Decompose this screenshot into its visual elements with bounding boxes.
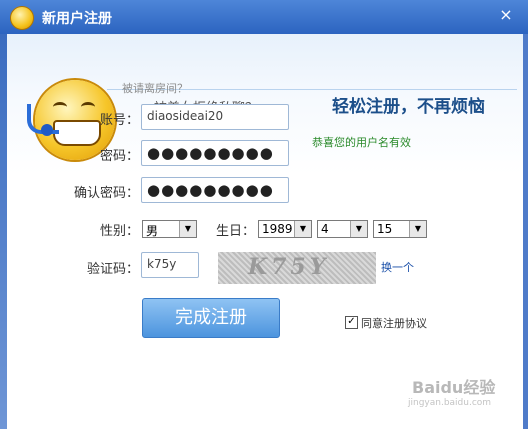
- agree-label: 同意注册协议: [361, 317, 427, 330]
- confirm-password-input[interactable]: ●●●●●●●●●: [141, 177, 289, 203]
- register-window: 新用户注册 × 被请离房间？ 被美女拒绝私聊？...... 轻松注册，不再烦恼 …: [0, 0, 528, 429]
- chevron-down-icon: ▼: [350, 221, 367, 237]
- chevron-down-icon: ▼: [179, 221, 196, 237]
- birth-day-select[interactable]: 15 ▼: [373, 220, 427, 238]
- form-panel: 被请离房间？ 被美女拒绝私聊？...... 轻松注册，不再烦恼 账号： diao…: [7, 34, 523, 429]
- birth-year-select[interactable]: 1989 ▼: [258, 220, 312, 238]
- gender-select[interactable]: 男 ▼: [142, 220, 197, 238]
- refresh-captcha-link[interactable]: 换一个: [381, 259, 414, 275]
- agree-checkbox[interactable]: ✓: [345, 316, 358, 329]
- microphone-icon: [41, 124, 53, 136]
- left-border: [0, 34, 7, 429]
- account-status-text: 恭喜您的用户名有效: [312, 136, 411, 149]
- submit-button[interactable]: 完成注册: [142, 298, 280, 338]
- birth-month-value: 4: [321, 222, 329, 236]
- watermark-url: jingyan.baidu.com: [408, 398, 492, 408]
- right-border: [523, 34, 528, 429]
- window-title: 新用户注册: [42, 11, 112, 27]
- gender-label: 性别：: [99, 224, 139, 239]
- birth-year-value: 1989: [262, 222, 293, 236]
- banner-tagline-1: 被请离房间？: [122, 82, 188, 95]
- watermark-logo: Baidu经验: [412, 378, 496, 397]
- chevron-down-icon: ▼: [294, 221, 311, 237]
- birth-day-value: 15: [377, 222, 393, 236]
- gender-value: 男: [146, 224, 159, 238]
- close-button[interactable]: ×: [496, 5, 516, 25]
- captcha-label: 验证码：: [86, 262, 139, 277]
- captcha-image-text: K75Y: [248, 254, 330, 280]
- password-label: 密码：: [99, 149, 139, 164]
- account-label: 账号：: [99, 113, 139, 128]
- birthday-label: 生日：: [215, 224, 255, 239]
- chevron-down-icon: ▼: [409, 221, 426, 237]
- captcha-input[interactable]: k75y: [141, 252, 199, 278]
- birth-month-select[interactable]: 4 ▼: [317, 220, 368, 238]
- password-input[interactable]: ●●●●●●●●●: [141, 140, 289, 166]
- title-bar: 新用户注册 ×: [0, 0, 528, 34]
- confirm-password-label: 确认密码：: [73, 186, 139, 201]
- banner-slogan: 轻松注册，不再烦恼: [332, 97, 485, 117]
- captcha-image[interactable]: K75Y: [218, 252, 376, 284]
- account-input[interactable]: diaosideai20: [141, 104, 289, 130]
- app-logo-icon: [10, 6, 34, 30]
